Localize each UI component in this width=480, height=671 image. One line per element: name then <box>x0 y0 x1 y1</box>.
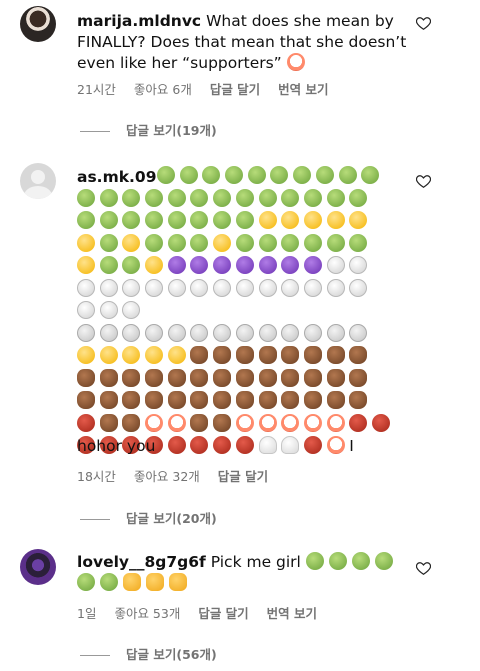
green-emoji <box>77 573 95 591</box>
comment-likes[interactable]: 좋아요 53개 <box>114 606 180 621</box>
comment-time: 1일 <box>77 606 97 621</box>
comment-meta: 1일 좋아요 53개 답글 달기 번역 보기 <box>77 603 331 622</box>
green-emoji <box>305 552 324 570</box>
heart-icon[interactable] <box>416 561 431 575</box>
view-replies[interactable]: 답글 보기(56개) <box>80 644 217 663</box>
translate-button[interactable]: 번역 보기 <box>267 606 317 621</box>
trailing-emojis-line-2 <box>77 573 192 592</box>
trailing-emojis <box>305 552 398 571</box>
comment-3: lovely__8g7g6f Pick me girl 1일 좋아요 53개 답… <box>0 0 480 671</box>
comment-text: lovely__8g7g6f Pick me girl <box>77 552 407 594</box>
green-emoji <box>351 552 370 570</box>
thumbs-down-emoji <box>146 573 164 591</box>
avatar[interactable] <box>20 549 56 585</box>
username[interactable]: lovely__8g7g6f <box>77 553 206 571</box>
replies-divider <box>80 655 110 656</box>
green-emoji <box>100 573 118 591</box>
reply-button[interactable]: 답글 달기 <box>198 606 248 621</box>
green-emoji <box>328 552 347 570</box>
thumbs-down-emoji <box>169 573 187 591</box>
thumbs-down-emoji <box>123 573 141 591</box>
green-emoji <box>374 552 393 570</box>
comment-body: Pick me girl <box>210 553 301 571</box>
view-replies-label[interactable]: 답글 보기(56개) <box>126 647 217 662</box>
